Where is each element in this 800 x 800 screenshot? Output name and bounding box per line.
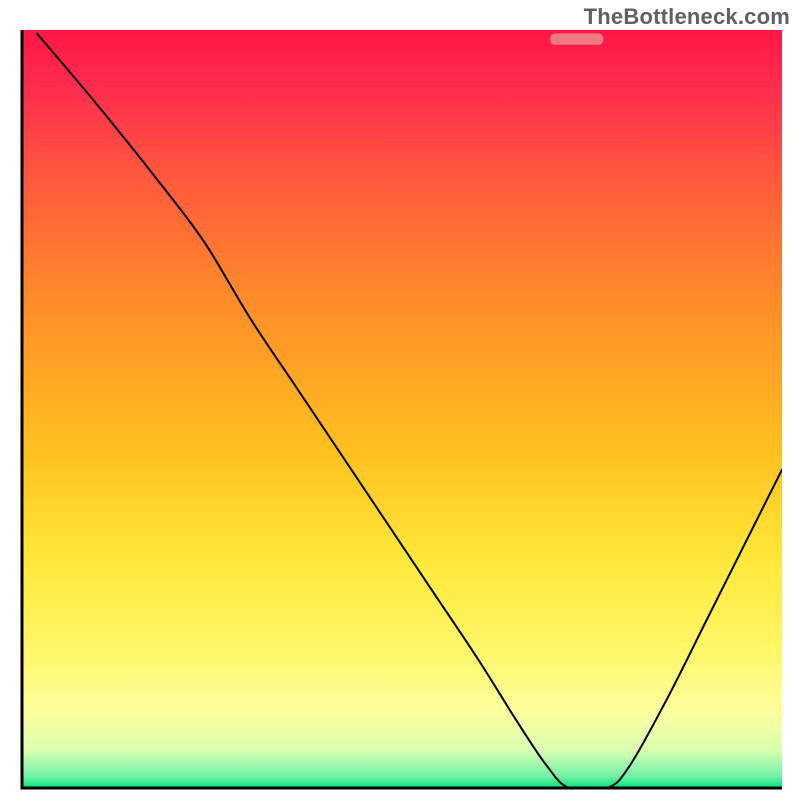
bottleneck-chart xyxy=(0,0,800,800)
chart-root: TheBottleneck.com xyxy=(0,0,800,800)
optimal-marker xyxy=(550,33,603,44)
watermark-label: TheBottleneck.com xyxy=(584,4,790,30)
gradient-background xyxy=(22,30,782,788)
